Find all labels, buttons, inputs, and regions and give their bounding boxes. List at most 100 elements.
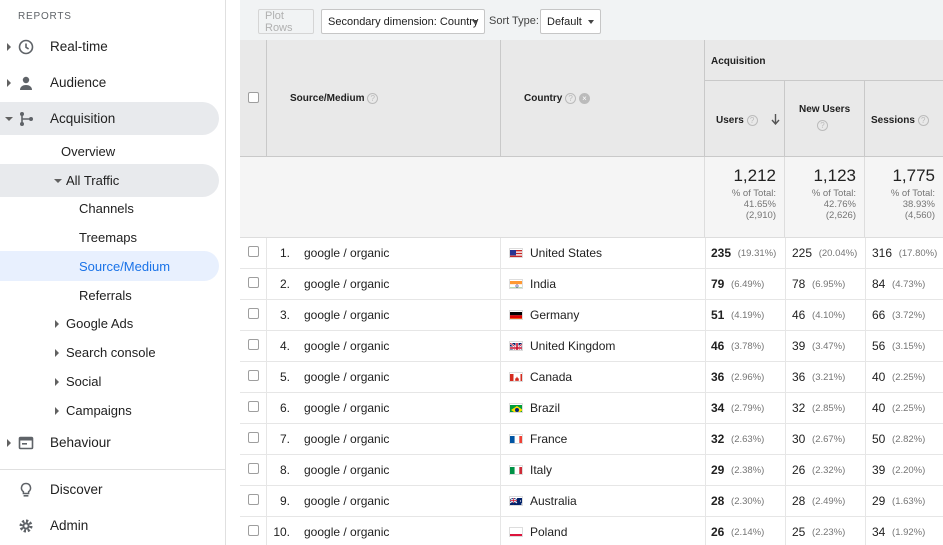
users-cell: 34 (2.79%): [711, 393, 785, 423]
chevron-down-icon[interactable]: [54, 179, 62, 183]
chevron-down-icon[interactable]: [5, 117, 13, 121]
help-icon[interactable]: ?: [817, 120, 828, 131]
source-medium-link[interactable]: google / organic: [304, 238, 389, 268]
acquisition-group-label: Acquisition: [711, 56, 766, 67]
row-checkbox[interactable]: [248, 277, 259, 288]
sidebar-item-discover[interactable]: Discover: [0, 473, 219, 506]
help-icon[interactable]: ?: [746, 115, 758, 126]
country-cell[interactable]: Australia: [501, 486, 705, 516]
column-header-source: Source/Medium: [290, 93, 365, 105]
country-cell[interactable]: United States: [501, 238, 705, 268]
sidebar-item-label: Admin: [50, 518, 89, 533]
table-row[interactable]: 7. google / organic France 32 (2.63%) 30…: [240, 424, 943, 455]
sort-descending-icon[interactable]: [771, 114, 780, 125]
source-medium-link[interactable]: google / organic: [304, 269, 389, 299]
source-medium-link[interactable]: google / organic: [304, 300, 389, 330]
source-medium-link[interactable]: google / organic: [304, 331, 389, 361]
row-index-cell: 3.: [267, 300, 290, 330]
sidebar-item-treemaps[interactable]: Treemaps: [79, 221, 137, 254]
chevron-right-icon[interactable]: [7, 439, 11, 447]
new-users-cell: 78 (6.95%): [792, 269, 865, 299]
chevron-right-icon[interactable]: [55, 320, 59, 328]
header-sessions[interactable]: Sessions ?: [865, 81, 943, 157]
flag-br-icon: [509, 403, 523, 413]
sidebar-item-realtime[interactable]: Real-time: [0, 30, 219, 63]
country-cell[interactable]: Poland: [501, 517, 705, 545]
row-checkbox[interactable]: [248, 401, 259, 412]
row-checkbox[interactable]: [248, 246, 259, 257]
remove-dimension-icon[interactable]: ×: [578, 93, 590, 104]
users-cell: 46 (3.78%): [711, 331, 785, 361]
country-cell[interactable]: Canada: [501, 362, 705, 392]
users-value: 32: [711, 432, 725, 446]
new-users-percent: (3.21%): [812, 371, 846, 383]
chevron-right-icon[interactable]: [55, 407, 59, 415]
sidebar-item-source-medium[interactable]: Source/Medium: [0, 251, 219, 281]
row-index: 3.: [279, 308, 290, 322]
country-cell[interactable]: Brazil: [501, 393, 705, 423]
table-row[interactable]: 1. google / organic United States 235 (1…: [240, 238, 943, 269]
source-medium-link[interactable]: google / organic: [304, 455, 389, 485]
country-cell[interactable]: India: [501, 269, 705, 299]
help-icon[interactable]: ?: [367, 93, 379, 104]
row-checkbox[interactable]: [248, 370, 259, 381]
country-cell[interactable]: United Kingdom: [501, 331, 705, 361]
table-row[interactable]: 10. google / organic Poland 26 (2.14%) 2…: [240, 517, 943, 545]
users-percent: (2.63%): [731, 433, 765, 445]
row-divider: [865, 455, 866, 485]
header-new-users[interactable]: New Users ?: [785, 81, 865, 157]
sidebar-item-audience[interactable]: Audience: [0, 66, 219, 99]
source-medium-link[interactable]: google / organic: [304, 393, 389, 423]
row-checkbox[interactable]: [248, 432, 259, 443]
sort-type-dropdown[interactable]: Default: [540, 9, 601, 34]
country-cell[interactable]: Germany: [501, 300, 705, 330]
row-checkbox[interactable]: [248, 494, 259, 505]
table-row[interactable]: 8. google / organic Italy 29 (2.38%) 26 …: [240, 455, 943, 486]
source-medium-link[interactable]: google / organic: [304, 517, 389, 545]
row-checkbox[interactable]: [248, 525, 259, 536]
row-index-cell: 8.: [267, 455, 290, 485]
chevron-right-icon[interactable]: [7, 79, 11, 87]
table-row[interactable]: 6. google / organic Brazil 34 (2.79%) 32…: [240, 393, 943, 424]
help-icon[interactable]: ?: [917, 115, 929, 126]
chevron-right-icon[interactable]: [55, 349, 59, 357]
sessions-value: 40: [872, 401, 886, 415]
sidebar-item-acquisition[interactable]: Acquisition: [0, 102, 219, 135]
row-checkbox[interactable]: [248, 463, 259, 474]
sidebar-item-label: Channels: [79, 201, 134, 216]
sidebar-item-campaigns[interactable]: Campaigns: [54, 394, 214, 427]
new-users-cell: 36 (3.21%): [792, 362, 865, 392]
row-checkbox[interactable]: [248, 339, 259, 350]
country-cell[interactable]: France: [501, 424, 705, 454]
row-checkbox[interactable]: [248, 308, 259, 319]
sessions-cell: 50 (2.82%): [872, 424, 943, 454]
table-row[interactable]: 4. google / organic United Kingdom 46 (3…: [240, 331, 943, 362]
country-cell[interactable]: Italy: [501, 455, 705, 485]
table-row[interactable]: 2. google / organic India 79 (6.49%) 78 …: [240, 269, 943, 300]
users-value: 51: [711, 308, 725, 322]
secondary-dimension-dropdown[interactable]: Secondary dimension: Country: [321, 9, 485, 34]
header-country[interactable]: Country ? ×: [501, 40, 705, 157]
flag-in-icon: [509, 279, 523, 289]
source-medium-link[interactable]: google / organic: [304, 424, 389, 454]
sort-type-value: Default: [547, 15, 582, 28]
table-row[interactable]: 9. google / organic Australia 28 (2.30%)…: [240, 486, 943, 517]
country-name: France: [530, 432, 568, 446]
select-all-checkbox[interactable]: [248, 92, 259, 103]
chevron-right-icon[interactable]: [7, 43, 11, 51]
row-index-cell: 10.: [267, 517, 290, 545]
chevron-right-icon[interactable]: [55, 378, 59, 386]
sidebar-item-admin[interactable]: Admin: [0, 509, 219, 542]
header-source-medium[interactable]: Source/Medium ?: [267, 40, 501, 157]
row-divider: [705, 269, 706, 299]
source-medium-link[interactable]: google / organic: [304, 362, 389, 392]
sidebar-item-behaviour[interactable]: Behaviour: [0, 426, 219, 459]
header-users[interactable]: Users ?: [705, 81, 785, 157]
source-medium-link[interactable]: google / organic: [304, 486, 389, 516]
sessions-percent: (4.73%): [892, 278, 926, 290]
table-row[interactable]: 5. google / organic Canada 36 (2.96%) 36…: [240, 362, 943, 393]
plot-rows-button[interactable]: Plot Rows: [258, 9, 314, 34]
users-value: 46: [711, 339, 725, 353]
table-row[interactable]: 3. google / organic Germany 51 (4.19%) 4…: [240, 300, 943, 331]
help-icon[interactable]: ?: [565, 93, 577, 104]
